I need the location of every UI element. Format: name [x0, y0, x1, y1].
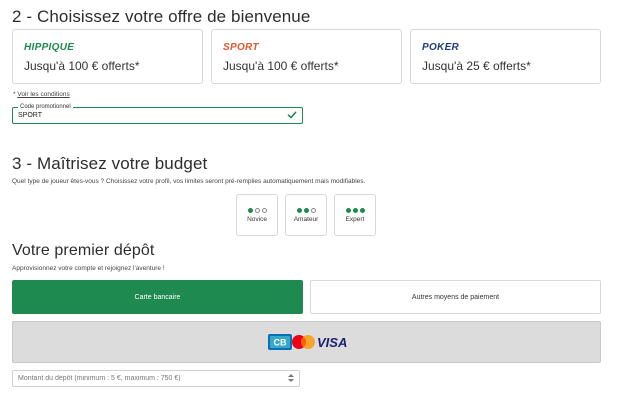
offer-amount: Jusqu'à 100 € offerts*: [24, 59, 140, 73]
player-type-label: Expert: [345, 216, 365, 223]
level-dots: [335, 206, 375, 213]
player-type-label: Novice: [247, 216, 267, 223]
card-logos: CB VISA: [268, 334, 347, 350]
card-logos-panel: CB VISA: [12, 321, 601, 363]
budget-description: Quel type de joueur êtes-vous ? Choisiss…: [12, 178, 366, 185]
visa-logo: VISA: [317, 335, 347, 350]
conditions-note: * Voir les conditions: [13, 91, 70, 98]
offer-brand: HIPPIQUE: [24, 42, 75, 53]
amount-spinner[interactable]: [287, 373, 295, 385]
conditions-link[interactable]: Voir les conditions: [17, 91, 69, 98]
offer-brand: POKER: [422, 42, 460, 53]
cb-logo-text: CB: [274, 338, 287, 348]
offer-amount: Jusqu'à 100 € offerts*: [223, 59, 339, 73]
player-type-novice[interactable]: Novice: [236, 194, 278, 236]
deposit-description: Approvisionnez votre compte et rejoignez…: [12, 265, 165, 272]
promo-code-field[interactable]: Code promotionnel: [12, 103, 303, 124]
offer-brand: SPORT: [223, 42, 259, 53]
promo-code-input[interactable]: [18, 110, 268, 121]
chevron-down-icon[interactable]: [288, 379, 294, 382]
cb-logo-icon: CB: [268, 334, 292, 350]
offer-card-sport[interactable]: SPORT Jusqu'à 100 € offerts*: [211, 29, 402, 84]
section-title-offer: 2 - Choisissez votre offre de bienvenue: [12, 7, 311, 26]
player-type-amateur[interactable]: Amateur: [285, 194, 327, 236]
chevron-up-icon[interactable]: [288, 374, 294, 377]
deposit-amount-input[interactable]: [18, 373, 278, 384]
section-title-budget: 3 - Maîtrisez votre budget: [12, 154, 208, 173]
section-title-deposit: Votre premier dépôt: [12, 242, 155, 259]
offer-card-poker[interactable]: POKER Jusqu'à 25 € offerts*: [410, 29, 601, 84]
level-dots: [237, 206, 277, 213]
check-icon: [287, 111, 297, 119]
offer-card-hippique[interactable]: HIPPIQUE Jusqu'à 100 € offerts*: [12, 29, 203, 84]
mastercard-icon: [292, 335, 315, 349]
other-payment-button[interactable]: Autres moyens de paiement: [310, 280, 601, 314]
level-dots: [286, 206, 326, 213]
player-type-expert[interactable]: Expert: [334, 194, 376, 236]
player-type-label: Amateur: [293, 216, 319, 223]
offer-amount: Jusqu'à 25 € offerts*: [422, 59, 531, 73]
card-payment-button[interactable]: Carte bancaire: [12, 280, 303, 314]
deposit-amount-field[interactable]: [12, 370, 300, 387]
